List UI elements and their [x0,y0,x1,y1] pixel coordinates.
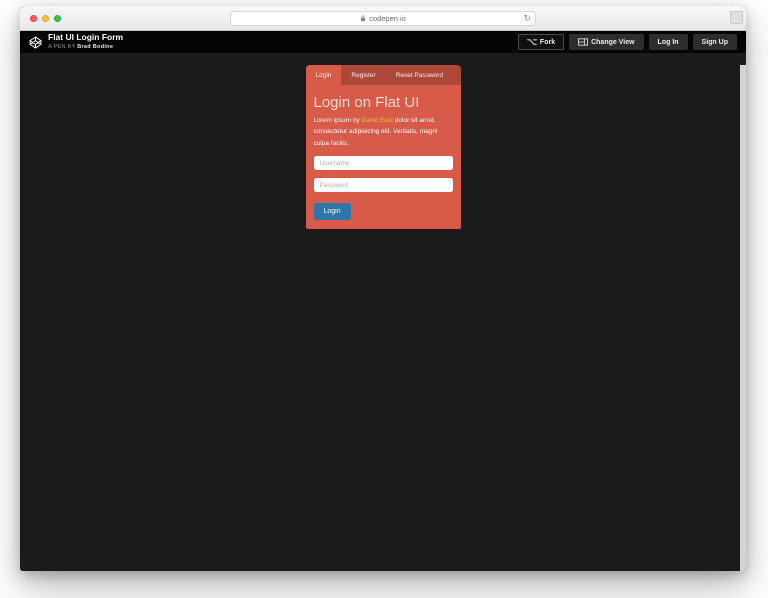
login-tabs: Login Register Reset Password [306,65,461,85]
close-window-button[interactable] [30,15,37,22]
pen-title: Flat UI Login Form [48,33,123,43]
login-submit-button[interactable]: Login [314,203,351,220]
password-input[interactable] [314,178,453,192]
log-in-button[interactable]: Log In [649,34,688,50]
login-description: Lorem ipsum by David East dolor sit amet… [314,115,453,149]
pen-author[interactable]: Brad Bodine [77,44,113,50]
browser-chrome: codepen.io ↻ [20,6,746,31]
login-card: Login Register Reset Password Login on F… [306,65,461,229]
tab-reset-password[interactable]: Reset Password [386,65,453,85]
lock-icon [360,15,366,22]
description-text-pre: Lorem ipsum by [314,117,362,124]
login-card-body: Login on Flat UI Lorem ipsum by David Ea… [306,85,461,229]
fork-icon [527,38,537,46]
codepen-logo-icon[interactable] [29,36,42,49]
change-view-button-label: Change View [591,39,634,46]
window-controls [30,15,61,22]
codepen-header: Flat UI Login Form A PEN BY Brad Bodine … [20,31,746,53]
sign-up-button[interactable]: Sign Up [693,34,737,50]
login-heading: Login on Flat UI [314,94,453,111]
browser-window: codepen.io ↻ Flat UI Login Form A PEN BY… [20,6,746,571]
scrollbar-button[interactable] [730,11,743,24]
sign-up-button-label: Sign Up [702,39,728,46]
david-east-link[interactable]: David East [362,117,393,124]
minimize-window-button[interactable] [42,15,49,22]
change-view-button[interactable]: Change View [569,34,643,50]
username-input[interactable] [314,156,453,170]
refresh-icon[interactable]: ↻ [523,13,531,25]
pen-byline: A PEN BY Brad Bodine [48,44,123,50]
header-actions: Fork Change View Log In Sign Up [518,34,737,50]
byline-prefix: A PEN BY [48,44,77,50]
log-in-button-label: Log In [658,39,679,46]
scrollbar[interactable] [740,65,746,571]
fork-button-label: Fork [540,39,555,46]
pen-preview-area: Login Register Reset Password Login on F… [20,65,746,571]
fork-button[interactable]: Fork [518,34,564,50]
change-view-icon [578,38,588,46]
zoom-window-button[interactable] [54,15,61,22]
address-bar[interactable]: codepen.io ↻ [230,11,536,26]
address-bar-url: codepen.io [369,14,406,23]
pen-titles: Flat UI Login Form A PEN BY Brad Bodine [48,33,123,50]
tab-login[interactable]: Login [306,65,342,85]
tab-register[interactable]: Register [341,65,385,85]
